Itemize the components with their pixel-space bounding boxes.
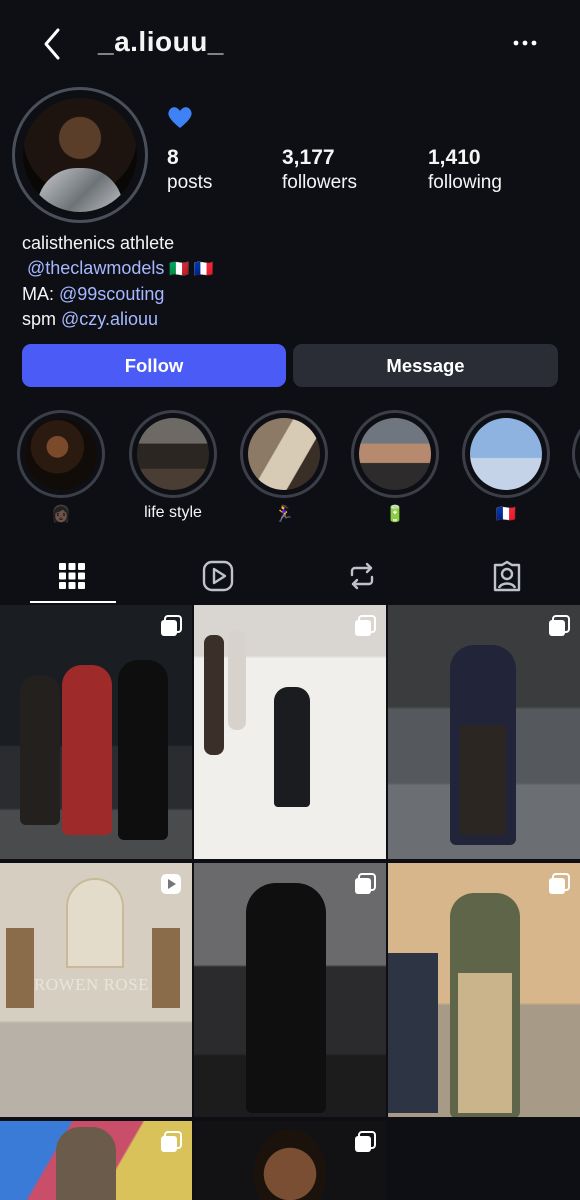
highlight-thumbnail: [248, 418, 320, 490]
story-highlight[interactable]: life style: [128, 410, 218, 526]
story-highlight[interactable]: 🇫🇷: [461, 410, 551, 526]
highlight-ring: [351, 410, 439, 498]
following-label: following: [428, 172, 502, 193]
bio-mention-link[interactable]: @theclawmodels: [27, 258, 164, 278]
grid-icon[interactable]: [52, 556, 92, 596]
posts-count: 8: [167, 146, 179, 169]
ellipsis-icon[interactable]: [508, 30, 542, 56]
highlight-ring: [462, 410, 550, 498]
tagged-icon[interactable]: [487, 556, 527, 596]
post-thumbnail[interactable]: [388, 605, 580, 859]
highlight-thumbnail: [25, 418, 97, 490]
highlight-caption: 🏃‍♀️: [274, 506, 294, 523]
repost-icon[interactable]: [342, 556, 382, 596]
posts-stat[interactable]: 8 posts: [167, 146, 212, 194]
reel-icon: [160, 873, 182, 895]
post-thumbnail[interactable]: ROWEN ROSE: [0, 863, 192, 1117]
top-bar: _a.liouu_: [0, 0, 580, 88]
bio-prefix: spm: [22, 308, 62, 329]
followers-label: followers: [282, 172, 357, 193]
bio-line: @theclawmodels 🇮🇹 🇫🇷: [22, 256, 214, 283]
carousel-icon: [548, 873, 570, 895]
post-thumbnail[interactable]: [194, 863, 386, 1117]
bio-line: spm @czy.aliouu: [22, 307, 214, 332]
story-highlight[interactable]: 🏃‍♀️: [239, 410, 329, 526]
highlight-ring: [17, 410, 105, 498]
carousel-icon: [354, 615, 376, 637]
post-overlay-text: ROWEN ROSE: [34, 975, 150, 994]
posts-label: posts: [167, 172, 213, 193]
bio-mention-link[interactable]: @99scouting: [59, 284, 164, 304]
bio-flags: 🇮🇹 🇫🇷: [169, 260, 214, 278]
profile-username: _a.liouu_: [98, 26, 224, 57]
following-count: 1,410: [428, 146, 481, 169]
bio-mention-link[interactable]: @czy.aliouu: [61, 309, 158, 329]
carousel-icon: [160, 615, 182, 637]
highlight-thumbnail: [137, 418, 209, 490]
carousel-icon: [354, 1131, 376, 1153]
followers-count: 3,177: [282, 146, 335, 169]
message-button[interactable]: Message: [293, 344, 558, 387]
profile-bio: calisthenics athlete @theclawmodels 🇮🇹 🇫…: [22, 231, 214, 331]
avatar-image: [23, 98, 137, 212]
post-thumbnail[interactable]: [194, 1121, 386, 1200]
active-tab-indicator: [30, 601, 116, 603]
highlight-ring: [572, 410, 580, 498]
profile-tabs: [0, 548, 580, 604]
avatar[interactable]: [12, 87, 148, 223]
post-thumbnail[interactable]: [0, 605, 192, 859]
story-highlight[interactable]: 👩🏿: [16, 410, 106, 526]
highlight-thumbnail: [359, 418, 431, 490]
bio-line: calisthenics athlete: [22, 233, 175, 253]
highlight-ring: [129, 410, 217, 498]
chevron-left-icon[interactable]: [38, 26, 68, 62]
carousel-icon: [548, 615, 570, 637]
post-thumbnail[interactable]: [194, 605, 386, 859]
story-highlight[interactable]: 🔋: [350, 410, 440, 526]
carousel-icon: [354, 873, 376, 895]
followers-stat[interactable]: 3,177 followers: [282, 146, 357, 194]
highlight-caption: 🔋: [385, 506, 405, 523]
highlight-thumbnail: [470, 418, 542, 490]
post-thumbnail[interactable]: [388, 863, 580, 1117]
bio-prefix: MA:: [22, 284, 60, 304]
highlight-caption: life style: [144, 504, 202, 521]
reels-icon[interactable]: [198, 556, 238, 596]
carousel-icon: [160, 1131, 182, 1153]
story-highlight-partial[interactable]: [572, 410, 580, 498]
post-thumbnail[interactable]: [0, 1121, 192, 1200]
follow-button[interactable]: Follow: [22, 344, 286, 387]
highlight-ring: [240, 410, 328, 498]
highlight-caption: 🇫🇷: [496, 506, 516, 523]
avatar-jacket: [37, 168, 123, 212]
following-stat[interactable]: 1,410 following: [428, 146, 502, 194]
blue-heart-icon[interactable]: [166, 103, 194, 131]
highlight-caption: 👩🏿: [51, 506, 71, 523]
bio-line: MA: @99scouting: [22, 282, 214, 307]
